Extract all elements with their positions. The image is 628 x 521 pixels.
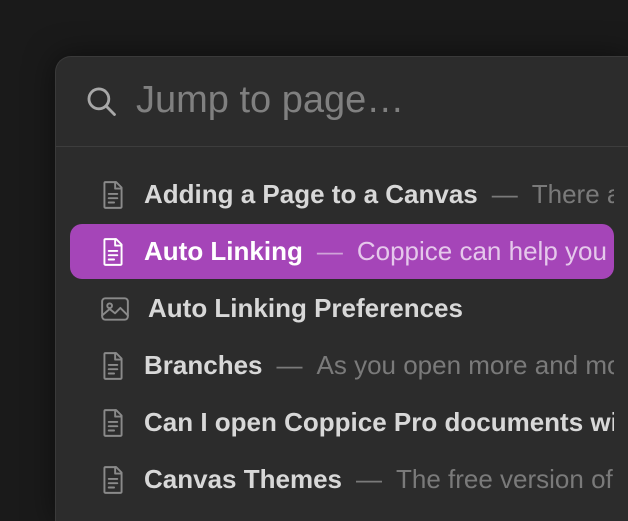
page-icon <box>100 351 126 381</box>
page-icon <box>100 408 126 438</box>
result-title: Can I open Coppice Pro documents witho <box>144 407 614 438</box>
separator-dash: — <box>263 350 317 381</box>
page-icon <box>100 180 126 210</box>
page-icon <box>100 465 126 495</box>
result-description: The free version of C <box>396 464 614 495</box>
search-row <box>56 57 628 147</box>
results-list: Adding a Page to a Canvas—There areAuto … <box>56 147 628 507</box>
separator-dash: — <box>303 236 357 267</box>
result-title: Auto Linking Preferences <box>148 293 463 324</box>
image-icon <box>100 296 130 322</box>
result-item[interactable]: Branches—As you open more and more <box>70 338 614 393</box>
result-title: Auto Linking <box>144 236 303 267</box>
separator-dash: — <box>478 179 532 210</box>
separator-dash: — <box>342 464 396 495</box>
result-item[interactable]: Auto Linking Preferences <box>70 281 614 336</box>
result-description: Coppice can help you co <box>357 236 614 267</box>
result-title: Adding a Page to a Canvas <box>144 179 478 210</box>
result-item[interactable]: Adding a Page to a Canvas—There are <box>70 167 614 222</box>
jump-to-page-popup: Adding a Page to a Canvas—There areAuto … <box>55 56 628 521</box>
search-icon <box>84 84 118 118</box>
result-item[interactable]: Auto Linking—Coppice can help you co <box>70 224 614 279</box>
result-title: Canvas Themes <box>144 464 342 495</box>
result-item[interactable]: Can I open Coppice Pro documents witho <box>70 395 614 450</box>
result-description: There are <box>532 179 614 210</box>
result-item[interactable]: Canvas Themes—The free version of C <box>70 452 614 507</box>
result-title: Branches <box>144 350 263 381</box>
result-description: As you open more and more <box>317 350 615 381</box>
search-input[interactable] <box>136 79 625 122</box>
page-icon <box>100 237 126 267</box>
